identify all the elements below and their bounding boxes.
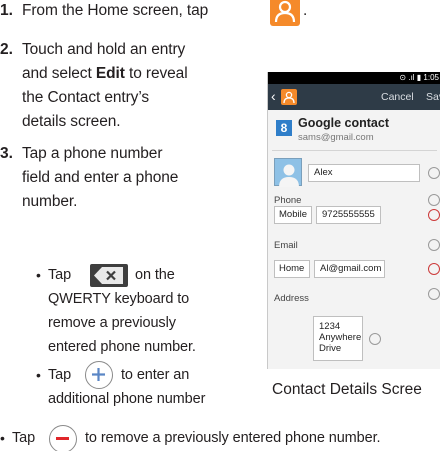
email-field[interactable]: Al@gmail.com — [314, 260, 385, 278]
address-field[interactable]: 1234 Anywhere Drive — [313, 316, 363, 361]
bullet-dot: • — [0, 430, 5, 446]
action-bar: ‹ Cancel Sav — [268, 84, 440, 110]
bullet-text: to enter an — [121, 367, 190, 383]
step-text: and select Edit to reveal — [22, 63, 188, 84]
cancel-button[interactable]: Cancel — [381, 91, 414, 103]
remove-circle-icon — [49, 425, 77, 451]
phone-type-select[interactable]: Mobile — [274, 206, 312, 224]
add-circle-icon[interactable] — [428, 239, 440, 251]
step-text: number. — [22, 193, 78, 210]
expand-icon[interactable] — [428, 167, 440, 179]
add-circle-icon — [85, 361, 113, 389]
remove-circle-icon[interactable] — [428, 263, 440, 275]
bullet-text: Tap — [12, 430, 36, 446]
bullet-text: remove a previously — [48, 315, 176, 331]
phone-number-field[interactable]: 9725555555 — [316, 206, 381, 224]
address-line: 1234 — [319, 321, 341, 332]
address-label: Address — [274, 293, 309, 304]
account-title: Google contact — [298, 116, 389, 130]
google-account-icon: 8 — [276, 120, 292, 136]
address-line: Anywhere — [319, 332, 362, 343]
step-text-part: to reveal — [128, 65, 188, 82]
step-text: Touch and hold an entry — [22, 41, 186, 58]
step-text-part: and select — [22, 65, 92, 82]
chevron-down-icon[interactable] — [369, 333, 381, 345]
step-number: 1. — [0, 2, 13, 19]
name-field[interactable]: Alex — [308, 164, 420, 182]
divider — [272, 150, 437, 151]
step-text: field and enter a phone — [22, 169, 179, 186]
email-label: Email — [274, 240, 298, 251]
bullet-text: entered phone number. — [48, 339, 196, 355]
bullet-text: Tap — [48, 367, 72, 383]
step-text: details screen. — [22, 113, 121, 130]
bullet-text: on the — [135, 267, 175, 283]
status-bar: ⊙ .ıl ▮ 1:05 — [268, 72, 440, 84]
step-number: 3. — [0, 145, 13, 162]
contacts-app-icon — [270, 0, 300, 26]
figure-caption: Contact Details Scree — [272, 381, 422, 398]
contacts-app-icon — [281, 89, 297, 105]
bullet-text: QWERTY keyboard to — [48, 291, 190, 307]
email-type-select[interactable]: Home — [274, 260, 310, 278]
add-circle-icon[interactable] — [428, 194, 440, 206]
bullet-dot: • — [36, 267, 41, 283]
step-suffix: . — [303, 2, 308, 19]
remove-circle-icon[interactable] — [428, 209, 440, 221]
contact-photo-avatar[interactable] — [274, 158, 302, 187]
step-text: Tap a phone number — [22, 145, 163, 162]
account-email: sams@gmail.com — [298, 132, 374, 143]
step-text: From the Home screen, tap — [22, 2, 209, 19]
contact-details-screenshot: ⊙ .ıl ▮ 1:05 ‹ Cancel Sav 8 Google conta… — [267, 72, 440, 369]
back-icon[interactable]: ‹ — [271, 87, 276, 105]
step-text: the Contact entry’s — [22, 89, 150, 106]
add-circle-icon[interactable] — [428, 288, 440, 300]
address-line: Drive — [319, 343, 342, 354]
bullet-text: Tap — [48, 267, 72, 283]
phone-label: Phone — [274, 195, 302, 206]
save-button[interactable]: Sav — [426, 91, 440, 103]
edit-keyword: Edit — [95, 65, 125, 82]
bullet-text: additional phone number — [48, 391, 206, 407]
delete-key-icon — [90, 264, 128, 287]
bullet-dot: • — [36, 367, 41, 383]
bullet-text: to remove a previously entered phone num… — [85, 430, 381, 446]
step-number: 2. — [0, 41, 13, 58]
